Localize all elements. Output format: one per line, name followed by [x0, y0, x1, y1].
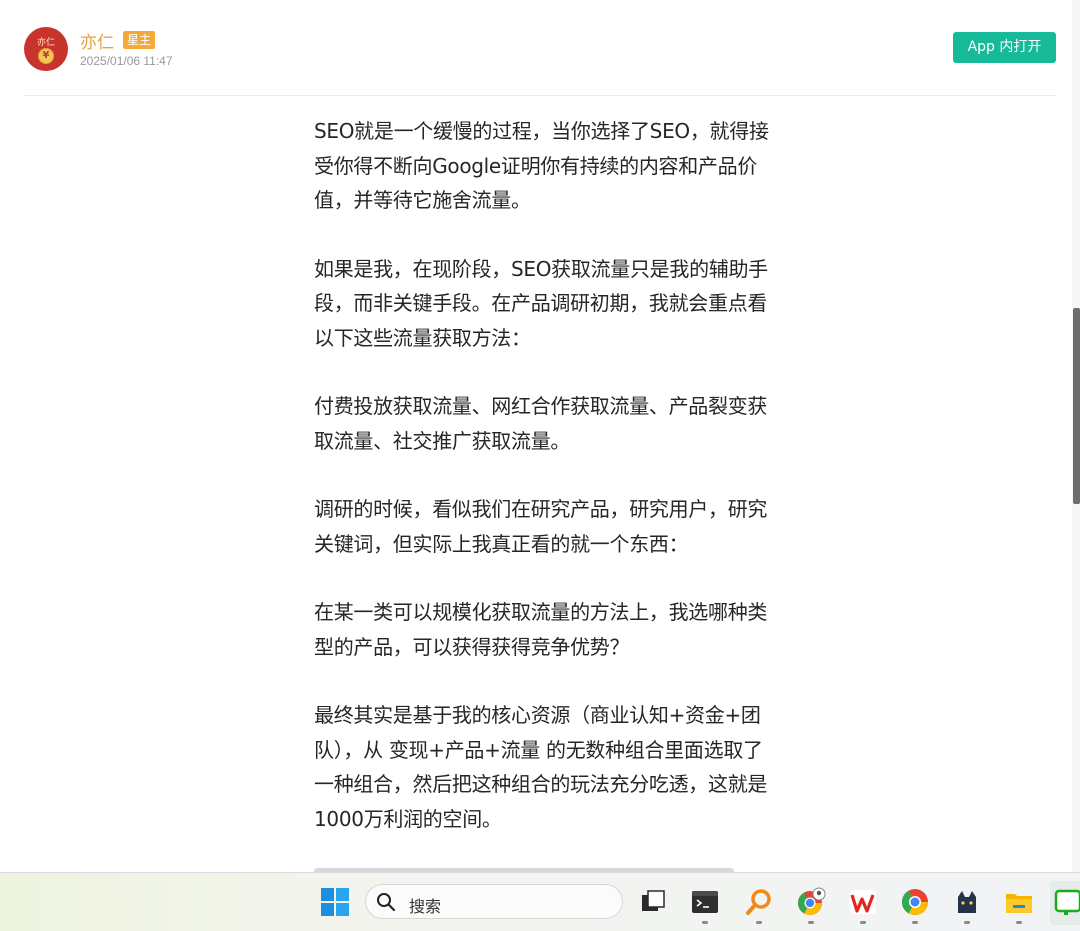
- paragraph: 在某一类可以规模化获取流量的方法上，我选哪种类型的产品，可以获得获得竞争优势？: [314, 600, 768, 659]
- cut-off-text-line: [314, 862, 774, 872]
- wps-office-icon[interactable]: [848, 887, 878, 924]
- chrome-icon[interactable]: [900, 887, 930, 924]
- search-icon: [377, 893, 396, 912]
- avatar[interactable]: 亦仁 ¥: [24, 27, 68, 71]
- chrome-profile-icon[interactable]: [796, 887, 826, 924]
- magnifier-app-icon[interactable]: [744, 887, 774, 924]
- author-name[interactable]: 亦仁: [80, 28, 114, 53]
- running-indicator: [912, 921, 918, 924]
- avatar-text: 亦仁: [36, 38, 55, 48]
- running-indicator: [964, 921, 970, 924]
- paragraph: 调研的时候，看似我们在研究产品，研究用户，研究关键词，但实际上我真正看的就一个东…: [314, 497, 768, 556]
- running-indicator: [702, 921, 708, 924]
- paragraph: 付费投放获取流量、网红合作获取流量、产品裂变获取流量、社交推广获取流量。: [314, 394, 768, 453]
- taskbar: 搜索: [0, 872, 1080, 931]
- wechat-icon[interactable]: [1050, 881, 1080, 925]
- windows-start-icon[interactable]: [320, 887, 350, 917]
- search-label: 搜索: [409, 897, 442, 916]
- task-view-icon[interactable]: [638, 887, 668, 917]
- header-divider: [24, 95, 1056, 96]
- paragraph: 最终其实是基于我的核心资源（商业认知+资金+团队），从 变现+产品+流量 的无数…: [314, 703, 768, 831]
- terminal-icon[interactable]: [690, 887, 720, 924]
- paragraph: 如果是我，在现阶段，SEO获取流量只是我的辅助手段，而非关键手段。在产品调研初期…: [314, 256, 768, 350]
- paragraph: SEO就是一个缓慢的过程，当你选择了SEO，就得接受你得不断向Google证明你…: [314, 119, 769, 212]
- cat-app-icon[interactable]: [952, 887, 982, 924]
- author-badge: 星主: [123, 31, 156, 49]
- open-in-app-button[interactable]: App 内打开: [953, 32, 1056, 63]
- post-content: SEO就是一个缓慢的过程，当你选择了SEO，就得接受你得不断向Google证明你…: [314, 114, 774, 870]
- running-indicator: [808, 921, 814, 924]
- taskbar-search[interactable]: 搜索: [365, 884, 623, 919]
- post-page: 亦仁 ¥ 亦仁 星主 2025/01/06 11:47 App 内打开 SEO就…: [0, 0, 1080, 872]
- scrollbar-thumb[interactable]: [1073, 308, 1080, 504]
- running-indicator: [1016, 921, 1022, 924]
- coin-icon: ¥: [38, 48, 54, 64]
- running-indicator: [756, 921, 762, 924]
- running-indicator: [860, 921, 866, 924]
- post-timestamp: 2025/01/06 11:47: [80, 54, 173, 68]
- file-explorer-icon[interactable]: [1004, 887, 1034, 924]
